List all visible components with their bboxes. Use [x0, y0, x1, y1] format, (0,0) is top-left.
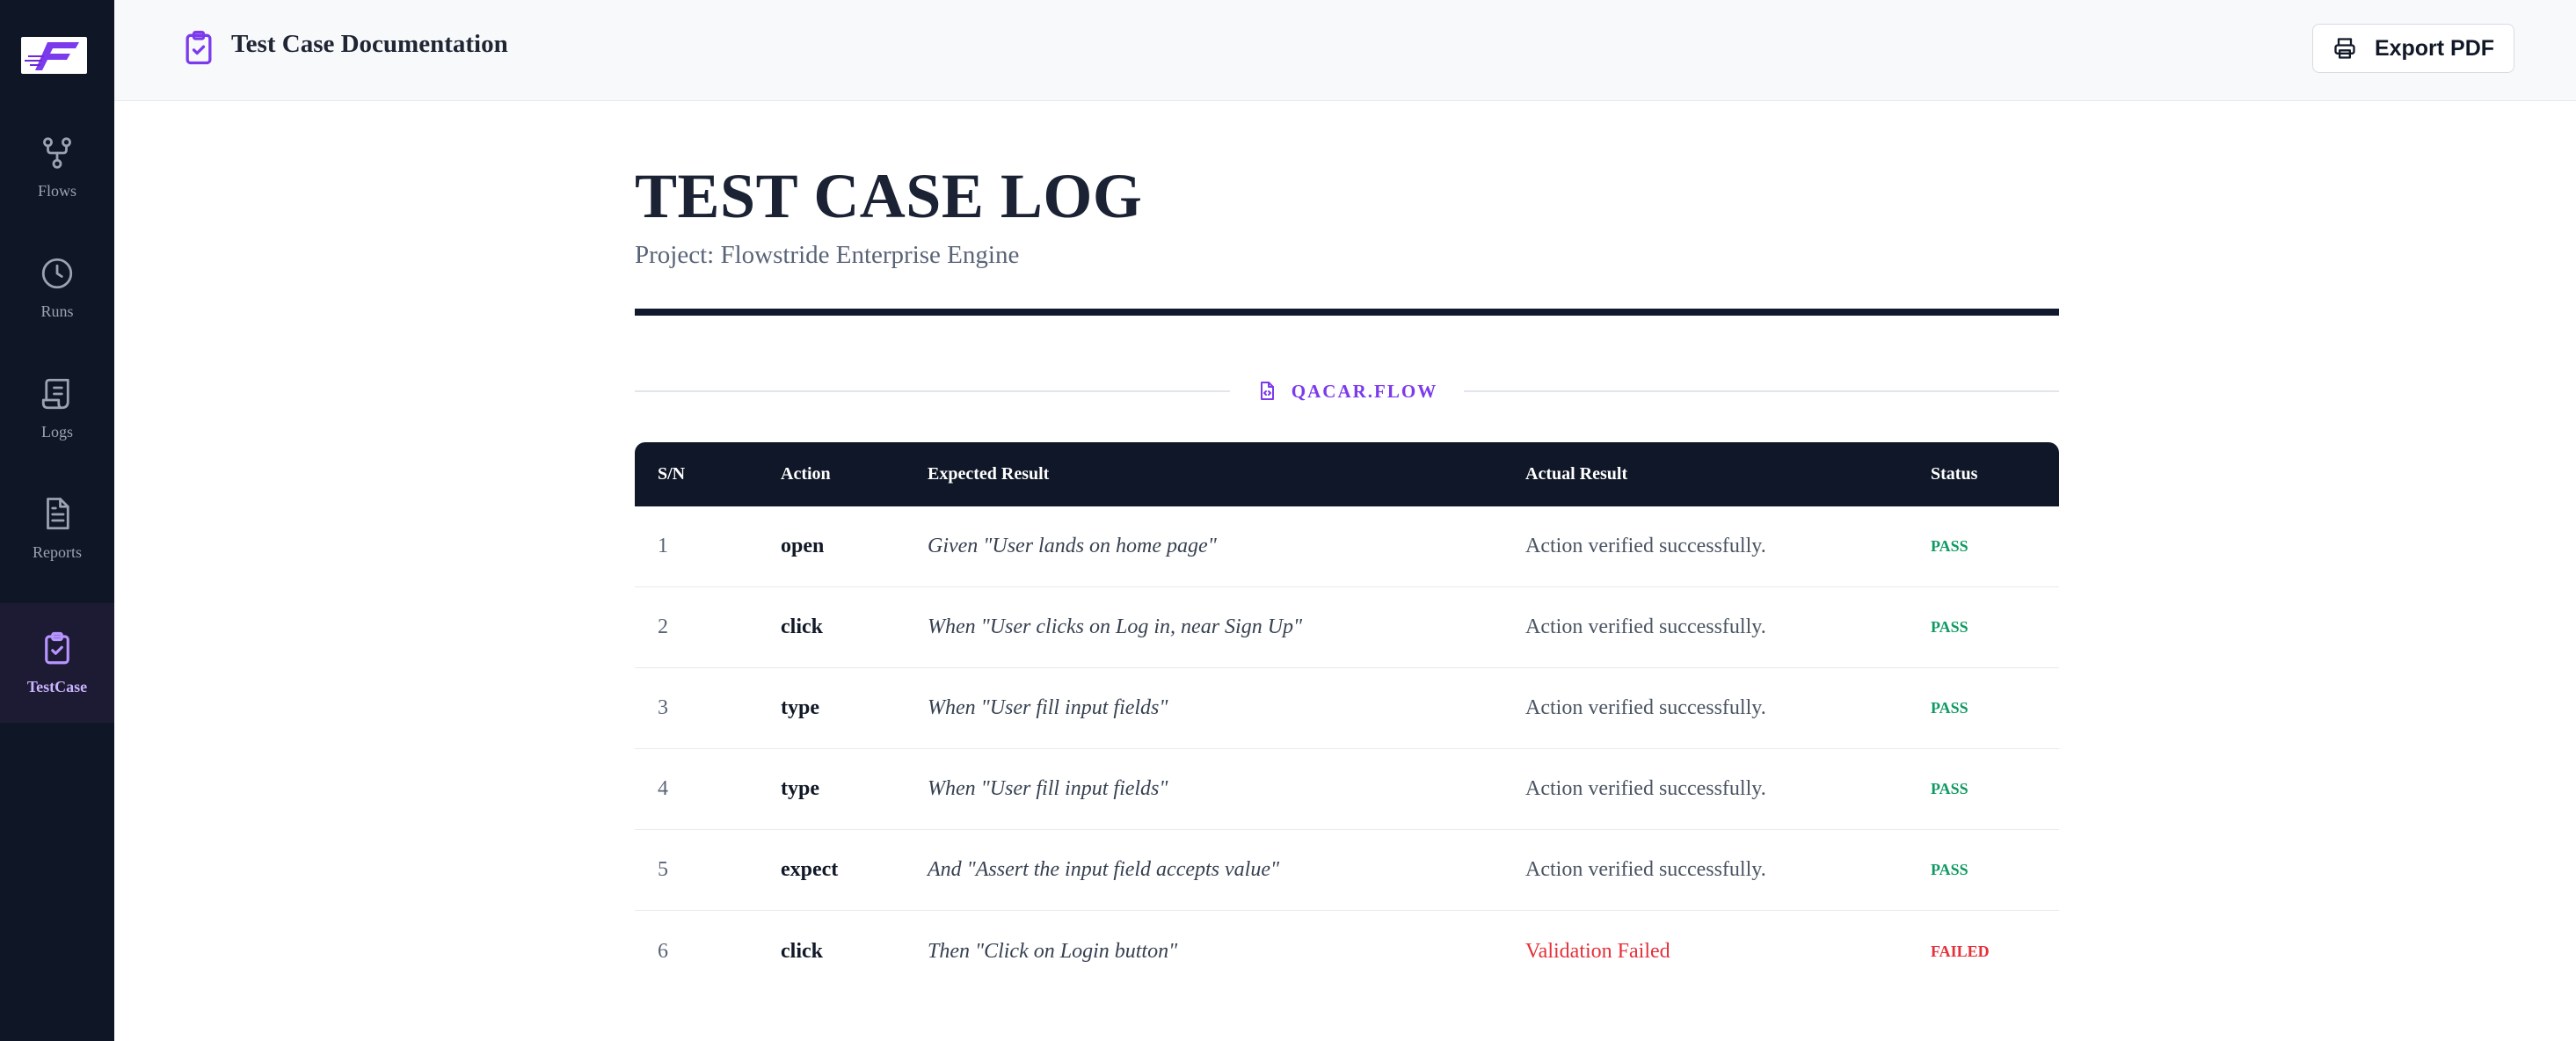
sidebar-item-flows[interactable]: Flows: [0, 107, 114, 227]
sidebar-item-testcase[interactable]: TestCase: [0, 603, 114, 723]
app-logo[interactable]: [21, 37, 87, 74]
cell-actual: Action verified successfully.: [1525, 668, 1931, 749]
clipboard-check-icon: [186, 31, 212, 65]
sidebar-item-label: Reports: [33, 542, 82, 561]
column-header-actual: Actual Result: [1525, 442, 1931, 506]
clipboard-check-icon: [45, 631, 69, 664]
cell-expected: Then "Click on Login button": [928, 939, 1178, 963]
table-row: 2 click When "User clicks on Log in, nea…: [635, 587, 2059, 668]
cell-sn: 3: [635, 668, 781, 749]
cell-sn: 5: [635, 830, 781, 911]
sidebar-item-label: Logs: [41, 422, 73, 440]
cell-actual: Action verified successfully.: [1525, 749, 1931, 830]
sidebar: Flows Runs Logs Reports TestCase: [0, 0, 114, 1041]
page-title: Test Case Documentation: [231, 30, 508, 58]
top-header: Test Case Documentation Export PDF: [114, 0, 2576, 101]
cell-action: type: [781, 749, 928, 830]
cell-expected: And "Assert the input field accepts valu…: [928, 830, 1525, 911]
document-subtitle: Project: Flowstride Enterprise Engine: [635, 241, 1020, 269]
cell-sn: 6: [658, 939, 668, 963]
status-badge: FAILED: [1931, 942, 1990, 960]
cell-expected: When "User fill input fields": [928, 668, 1525, 749]
column-header-action: Action: [781, 442, 928, 506]
status-badge: PASS: [1931, 506, 2059, 587]
file-code-icon: [1260, 382, 1274, 400]
table-row: 4 type When "User fill input fields" Act…: [635, 749, 2059, 830]
divider-line: [635, 390, 1230, 392]
cell-actual: Action verified successfully.: [1525, 587, 1931, 668]
cell-actual: Action verified successfully.: [1525, 506, 1931, 587]
test-case-table: S/N Action Expected Result Actual Result…: [635, 442, 2059, 992]
divider-line: [1464, 390, 2060, 392]
table-row: 6 click Then "Click on Login button" Val…: [635, 911, 2059, 992]
column-header-expected: Expected Result: [928, 442, 1525, 506]
column-header-status: Status: [1931, 442, 2059, 506]
cell-actual: Validation Failed: [1525, 939, 1670, 963]
status-badge: PASS: [1931, 749, 2059, 830]
export-pdf-button[interactable]: Export PDF: [2312, 24, 2514, 73]
sidebar-item-label: Flows: [37, 181, 76, 200]
cell-expected: When "User clicks on Log in, near Sign U…: [928, 587, 1525, 668]
git-branch-icon: [43, 136, 71, 169]
cell-action: type: [781, 668, 928, 749]
clock-icon: [41, 258, 73, 288]
sidebar-item-logs[interactable]: Logs: [0, 348, 114, 468]
scroll-icon: [41, 378, 69, 409]
status-badge: PASS: [1931, 668, 2059, 749]
section-label: QACAR.FLOW: [1230, 381, 1464, 403]
cell-action: open: [781, 506, 928, 587]
cell-actual: Action verified successfully.: [1525, 830, 1931, 911]
table-row: 1 open Given "User lands on home page" A…: [635, 506, 2059, 587]
section-name: QACAR.FLOW: [1291, 380, 1438, 402]
sidebar-item-label: TestCase: [26, 677, 88, 695]
cell-expected: Given "User lands on home page": [928, 506, 1525, 587]
column-header-sn: S/N: [635, 442, 781, 506]
sidebar-item-label: Runs: [40, 302, 74, 320]
cell-sn: 4: [635, 749, 781, 830]
cell-action: click: [781, 939, 823, 963]
sidebar-item-reports[interactable]: Reports: [0, 469, 114, 588]
table-header-row: S/N Action Expected Result Actual Result…: [635, 442, 2059, 506]
export-pdf-label: Export PDF: [2374, 35, 2495, 61]
table-row: 3 type When "User fill input fields" Act…: [635, 668, 2059, 749]
status-badge: PASS: [1931, 830, 2059, 911]
cell-expected: When "User fill input fields": [928, 749, 1525, 830]
cell-sn: 1: [635, 506, 781, 587]
title-divider: [635, 309, 2059, 316]
cell-sn: 2: [635, 587, 781, 668]
cell-action: expect: [781, 830, 928, 911]
document-title: TEST CASE LOG: [635, 161, 1143, 231]
printer-icon: [2334, 38, 2355, 59]
table-row: 5 expect And "Assert the input field acc…: [635, 830, 2059, 911]
section-divider: QACAR.FLOW: [635, 376, 2060, 406]
document-icon: [47, 497, 69, 529]
status-badge: PASS: [1931, 587, 2059, 668]
cell-action: click: [781, 587, 928, 668]
sidebar-item-runs[interactable]: Runs: [0, 228, 114, 347]
